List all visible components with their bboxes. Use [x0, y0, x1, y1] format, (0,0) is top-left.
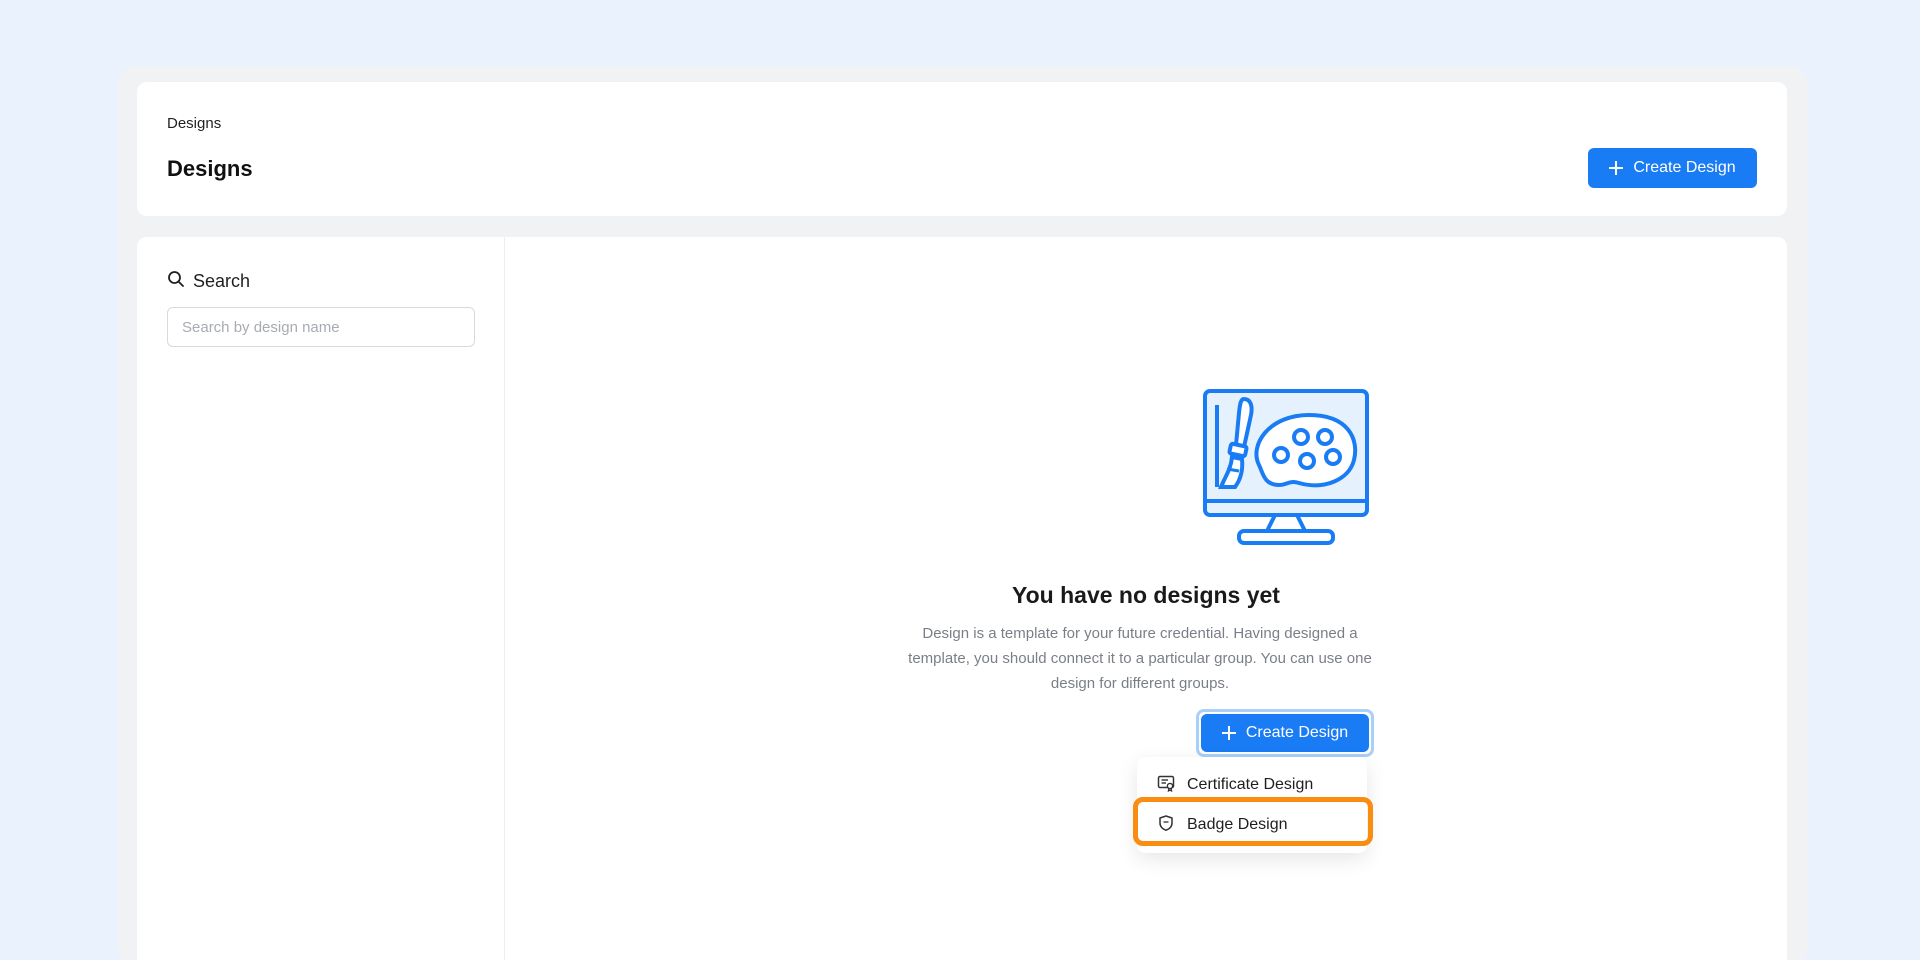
create-design-button-empty[interactable]: Create Design	[1201, 714, 1369, 752]
page-title: Designs	[167, 156, 253, 181]
empty-state: You have no designs yet Design is a temp…	[505, 237, 1787, 960]
create-design-label: Create Design	[1245, 724, 1349, 741]
search-heading: Search	[167, 270, 250, 293]
page-header: Designs Designs Create Design	[137, 82, 1787, 216]
create-design-focus-ring: Create Design	[1196, 709, 1374, 757]
menu-item-label: Certificate Design	[1187, 776, 1314, 793]
search-icon	[167, 270, 185, 293]
badge-design-highlight	[1133, 797, 1373, 846]
empty-state-title: You have no designs yet	[1012, 582, 1280, 608]
monitor-palette-brush-icon	[1203, 389, 1369, 545]
certificate-icon	[1157, 774, 1175, 797]
plus-icon	[1609, 161, 1624, 175]
plus-icon	[1221, 726, 1236, 740]
breadcrumb[interactable]: Designs	[167, 115, 221, 132]
empty-state-description: Design is a template for your future cre…	[908, 625, 1372, 692]
search-heading-label: Search	[193, 271, 251, 291]
search-input[interactable]	[167, 307, 475, 347]
create-design-button[interactable]: Create Design	[1588, 148, 1757, 188]
content-panel: Search You have no designs yet Design is…	[137, 237, 1787, 960]
create-design-label: Create Design	[1633, 159, 1736, 176]
search-sidebar: Search	[137, 237, 505, 960]
